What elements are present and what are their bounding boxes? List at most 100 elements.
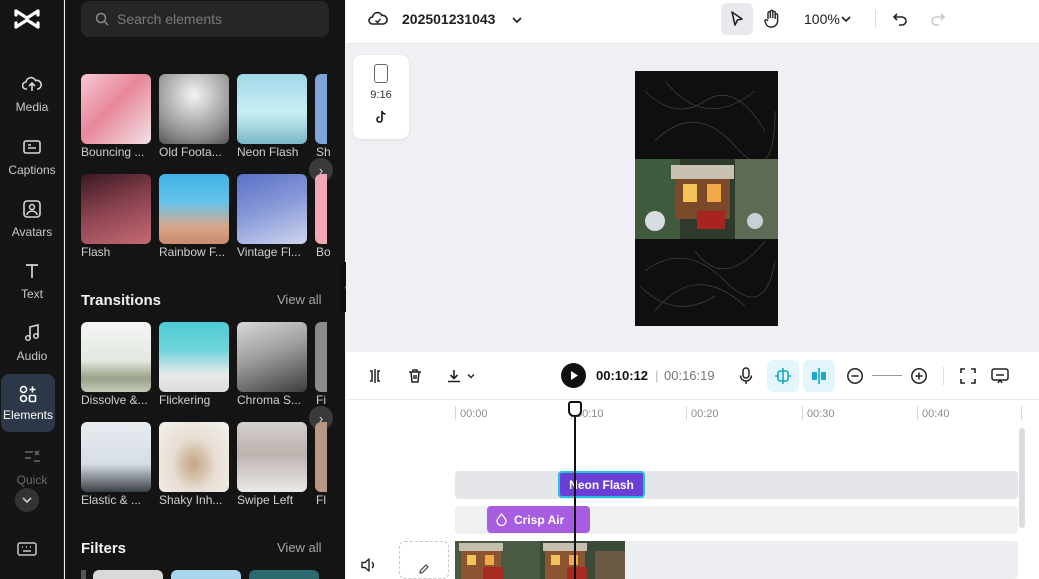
delete-button[interactable] [404,365,426,387]
split-button[interactable] [364,365,386,387]
undo-icon [892,13,907,26]
hand-tool-button[interactable] [756,3,788,35]
align-center-icon [812,368,826,384]
play-icon [570,371,578,380]
cloud-upload-icon [22,74,42,94]
effects-track[interactable] [455,471,1018,499]
quick-tools-icon [22,447,42,467]
rail-item-media[interactable]: Media [0,74,64,126]
transition-clip-label: Crisp Air [514,512,565,527]
monitor-caption-icon [991,368,1009,384]
zoom-out-button[interactable] [844,365,866,387]
auto-snap-toggle[interactable] [767,360,799,392]
transition-thumb-elastic[interactable] [81,422,151,492]
rail-item-audio[interactable]: Audio [0,323,64,375]
aspect-ratio-selector[interactable]: 9:16 [353,55,409,139]
rail-item-avatars[interactable]: Avatars [0,199,64,251]
top-bar: 202501231043 100% [346,0,1039,44]
rail-item-text[interactable]: Text [0,261,64,313]
fullscreen-button[interactable] [957,365,979,387]
filter-thumb[interactable] [81,570,86,579]
redo-icon [931,13,946,26]
rail-label-avatars: Avatars [11,225,53,239]
record-voiceover-button[interactable] [735,365,757,387]
transition-label: Elastic & ... [81,493,142,507]
effect-label: Vintage Fl... [237,245,301,259]
transitions-view-all[interactable]: View all [277,292,322,307]
effect-thumb-old-footage[interactable] [159,74,229,144]
elements-panel: Search elements Bouncing ... Old Foota..… [65,0,345,579]
play-button[interactable] [561,363,586,388]
rail-more-button[interactable] [15,488,39,512]
redo-button[interactable] [922,3,954,35]
effect-thumb-bouncing[interactable] [81,74,151,144]
video-preview[interactable] [635,71,778,326]
cloud-sync-icon[interactable] [368,10,388,28]
zoom-in-button[interactable] [908,365,930,387]
rail-item-elements[interactable]: Elements [1,374,55,432]
captions-icon [22,137,42,157]
timeline-zoom-slider[interactable] [872,375,902,376]
caption-view-button[interactable] [989,365,1011,387]
playhead-line[interactable] [574,402,576,579]
ruler-tick: 00:00 [460,408,488,420]
keyboard-shortcuts-icon[interactable] [17,540,37,558]
rail-label-elements: Elements [2,408,54,422]
split-icon [370,369,380,383]
effect-thumb-partial[interactable] [315,74,327,144]
transition-thumb-chroma[interactable] [237,322,307,392]
time-ruler[interactable]: 00:00 00:10 00:20 00:30 00:40 [454,402,1024,424]
chevron-down-icon[interactable] [510,13,524,27]
effect-thumb-rainbow[interactable] [159,174,229,244]
effect-clip-neon-flash[interactable]: Neon Flash [558,471,645,498]
trash-icon [409,369,421,383]
transition-label: Chroma S... [237,393,302,407]
transition-label: Swipe Left [237,493,294,507]
chevron-down-icon[interactable] [840,13,852,25]
effect-label: Bouncing ... [81,145,145,159]
filters-view-all[interactable]: View all [277,540,322,555]
effect-thumb-flash[interactable] [81,174,151,244]
app-root: Media Captions Avatars Text Audio Elemen… [0,0,1039,579]
aspect-ratio-label: 9:16 [370,89,392,101]
effect-label: Bo [316,245,330,259]
zoom-level[interactable]: 100% [804,11,840,27]
transition-thumb-partial[interactable] [315,322,327,392]
main-track-magnet-toggle[interactable] [803,360,835,392]
transition-thumb-partial[interactable] [315,422,327,492]
search-placeholder: Search elements [117,11,223,27]
transition-label: Dissolve &... [81,393,148,407]
effect-label: Flash [81,245,111,259]
preview-canvas: 9:16 [346,45,1039,352]
rail-item-captions[interactable]: Captions [0,137,64,189]
timeline-vertical-scrollbar[interactable] [1019,428,1025,528]
transition-thumb-flickering[interactable] [159,322,229,392]
video-clip-filmstrip [455,541,625,579]
cover-edit-button[interactable] [399,541,449,579]
capcut-logo[interactable] [13,6,41,32]
effect-thumb-partial[interactable] [315,174,327,244]
project-title[interactable]: 202501231043 [402,11,495,27]
filter-thumb[interactable] [171,570,241,579]
filter-thumb[interactable] [249,570,319,579]
transition-thumb-swipe-left[interactable] [237,422,307,492]
transition-thumb-dissolve[interactable] [81,322,151,392]
ruler-mark [686,406,687,420]
download-button[interactable] [443,365,479,387]
undo-button[interactable] [884,3,916,35]
filter-thumb[interactable] [93,570,163,579]
select-tool-button[interactable] [721,3,753,35]
effect-thumb-vintage-flash[interactable] [237,174,307,244]
effect-thumb-neon-flash[interactable] [237,74,307,144]
search-input[interactable]: Search elements [81,1,329,37]
volume-icon[interactable] [360,557,378,573]
hand-icon [764,9,779,28]
video-clip-thumbnails[interactable] [455,541,625,579]
ruler-tick: 00:30 [807,408,835,420]
tiktok-icon [376,110,386,123]
elements-icon [18,384,38,404]
playhead-handle[interactable] [568,401,582,417]
music-note-icon [22,323,42,343]
effect-clip-label: Neon Flash [569,477,634,492]
transition-thumb-shaky[interactable] [159,422,229,492]
